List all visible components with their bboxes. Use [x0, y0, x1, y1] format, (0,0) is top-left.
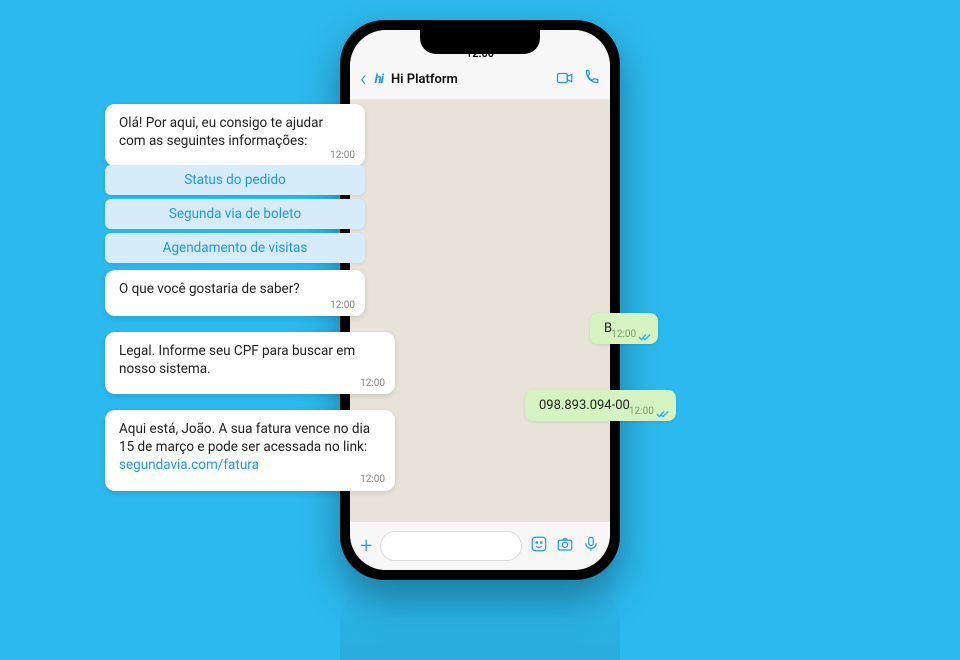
- bot-msg-intro: Olá! Por aqui, eu consigo te ajudar com …: [105, 104, 365, 166]
- user-msg: B 12:00: [590, 313, 658, 344]
- msg-timestamp: 12:00: [330, 299, 355, 313]
- read-ticks-icon: [656, 408, 670, 418]
- phone-notch: [420, 30, 540, 54]
- option-label: Status do pedido: [184, 172, 286, 188]
- phone-frame: 12:00 ‹ hi Hi Platform +: [340, 20, 620, 580]
- message-input[interactable]: [380, 531, 522, 561]
- camera-icon[interactable]: [556, 535, 574, 557]
- video-call-icon[interactable]: [556, 69, 574, 91]
- user-msg-text: 098.893.094-00: [539, 398, 630, 413]
- bot-msg-text: O que você gostaria de saber?: [119, 281, 300, 297]
- msg-timestamp: 12:00: [611, 329, 636, 340]
- chat-header: ‹ hi Hi Platform: [350, 60, 610, 100]
- brand-logo: hi: [375, 72, 383, 87]
- bot-msg-text: Legal. Informe seu CPF para buscar em no…: [119, 343, 355, 377]
- option-label: Segunda via de boleto: [169, 206, 301, 222]
- msg-timestamp: 12:00: [629, 406, 654, 417]
- back-icon[interactable]: ‹: [360, 67, 367, 92]
- msg-timestamp: 12:00: [330, 149, 355, 163]
- msg-timestamp: 12:00: [360, 377, 385, 391]
- chat-footer: +: [350, 522, 610, 570]
- msg-timestamp: 12:00: [360, 473, 385, 487]
- quick-reply-option[interactable]: Segunda via de boleto: [105, 199, 365, 229]
- voice-call-icon[interactable]: [582, 69, 600, 91]
- read-ticks-icon: [638, 331, 652, 341]
- option-label: Agendamento de visitas: [163, 240, 308, 256]
- quick-reply-option[interactable]: Status do pedido: [105, 165, 365, 195]
- attach-icon[interactable]: +: [360, 534, 372, 559]
- sticker-icon[interactable]: [530, 535, 548, 557]
- bot-msg-followup: Legal. Informe seu CPF para buscar em no…: [105, 332, 395, 394]
- bot-msg-answer: Aqui está, João. A sua fatura vence no d…: [105, 410, 395, 491]
- bot-msg-prompt: O que você gostaria de saber? 12:00: [105, 270, 365, 316]
- mic-icon[interactable]: [582, 535, 600, 557]
- user-msg: 098.893.094-00 12:00: [525, 390, 676, 421]
- bot-msg-text: Olá! Por aqui, eu consigo te ajudar com …: [119, 115, 323, 149]
- invoice-link[interactable]: segundavia.com/fatura: [119, 457, 259, 473]
- chat-title: Hi Platform: [391, 72, 548, 87]
- quick-reply-option[interactable]: Agendamento de visitas: [105, 233, 365, 263]
- bot-msg-text: Aqui está, João. A sua fatura vence no d…: [119, 421, 370, 455]
